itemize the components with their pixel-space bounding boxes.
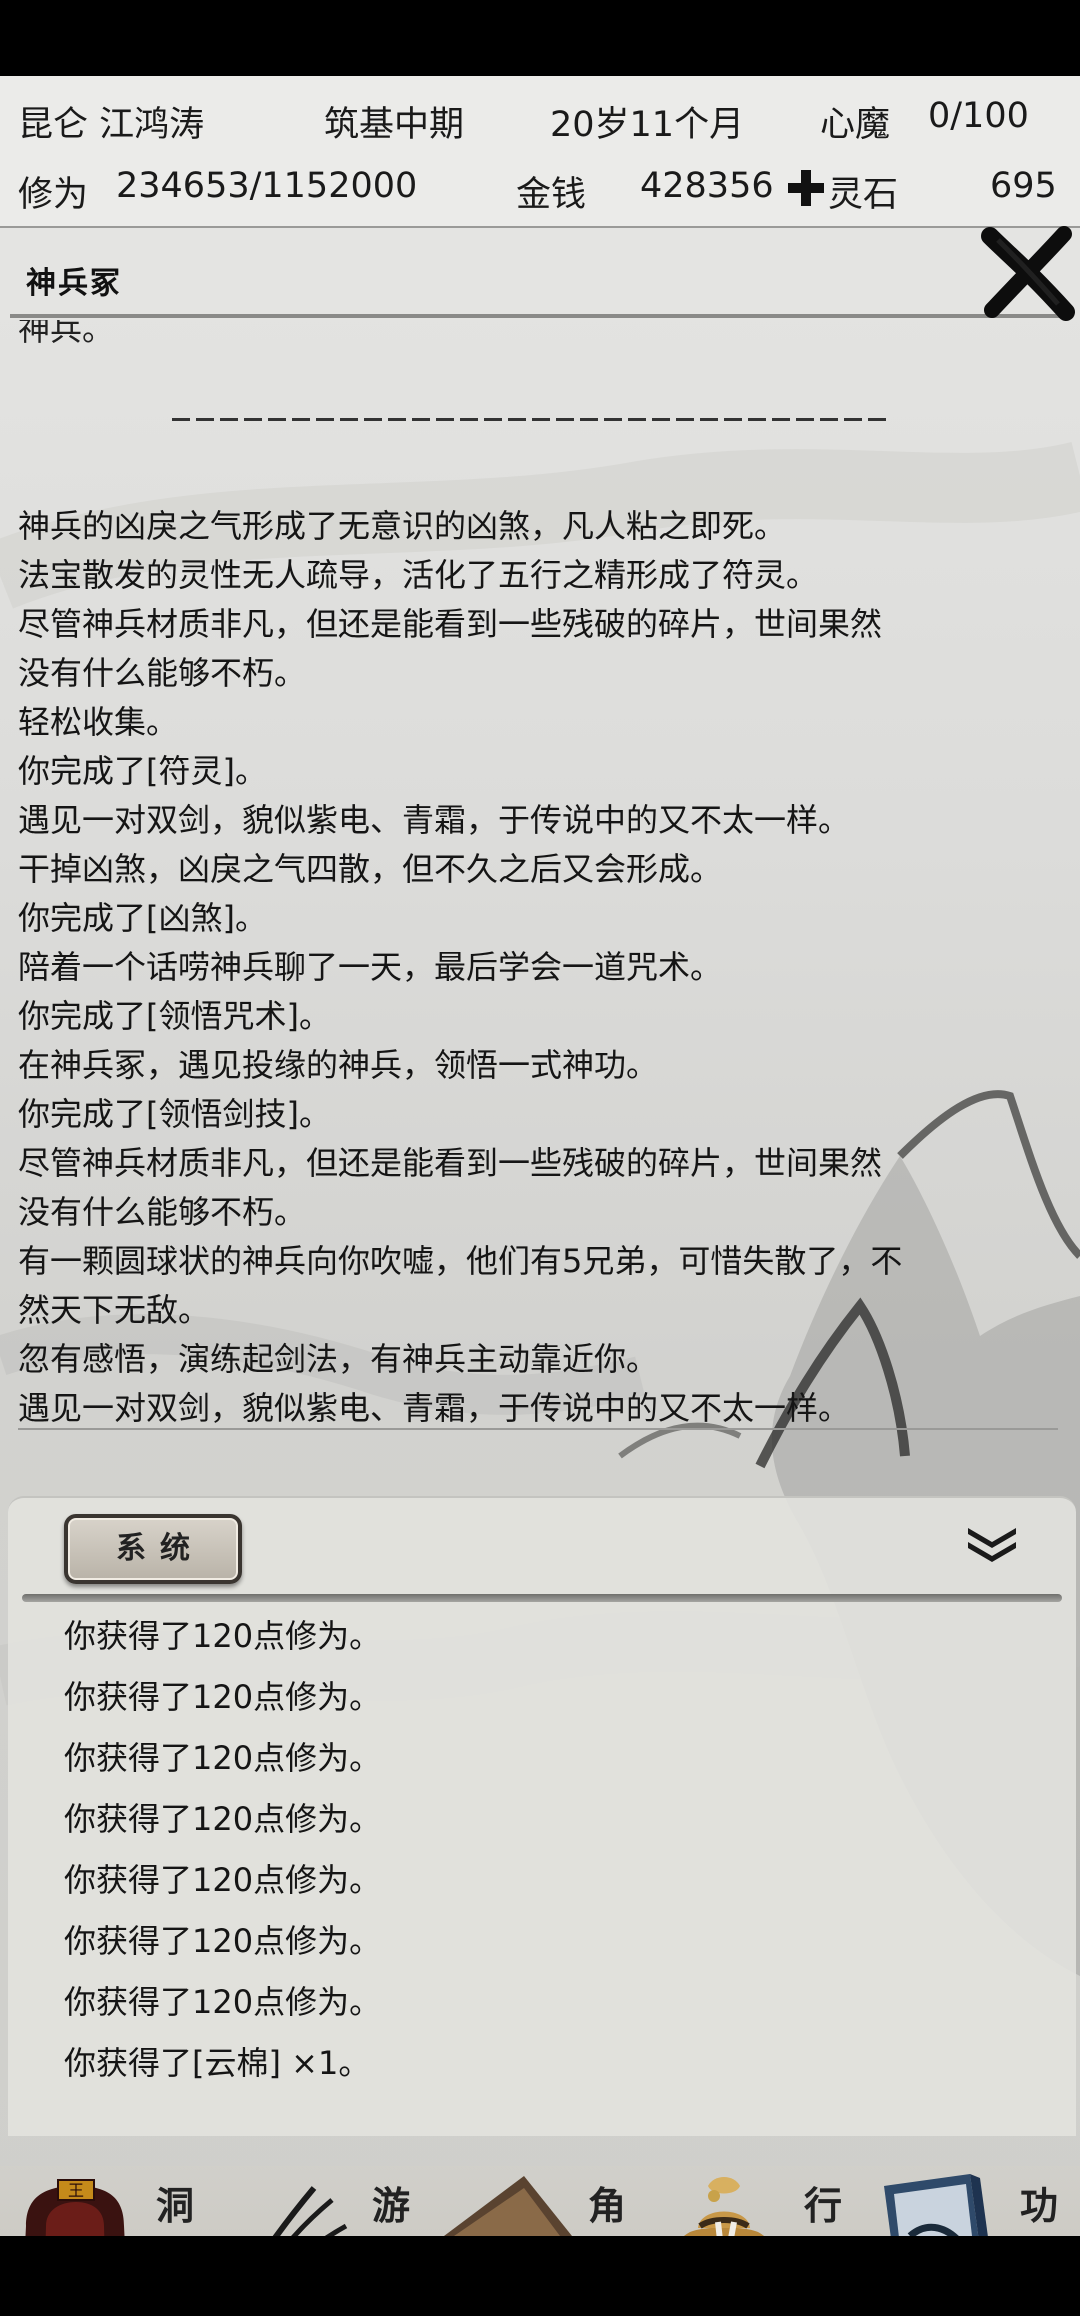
technique-book-icon (884, 2174, 988, 2236)
add-currency-icon[interactable] (786, 168, 826, 217)
story-line: 尽管神兵材质非凡，但还是能看到一些残破的碎片，世间果然 (18, 605, 883, 643)
story-line: 你完成了[领悟咒术]。 (18, 997, 331, 1035)
log-line: 你获得了120点修为。 (64, 1617, 382, 1655)
system-log-lines: 你获得了120点修为。 你获得了120点修为。 你获得了120点修为。 你获得了120… (64, 1606, 381, 2094)
tab-system[interactable]: 系统 (64, 1514, 242, 1584)
story-line: 陪着一个话唠神兵聊了一天，最后学会一道咒术。 (18, 948, 723, 986)
story-line: 神兵的凶戾之气形成了无意识的凶煞，凡人粘之即死。 (18, 507, 787, 545)
cave-mansion-icon: 王 (25, 2179, 125, 2236)
double-chevron-down-icon (968, 1528, 1016, 1562)
bottom-navigation: 王 洞 府 游 历 角 (0, 2166, 1080, 2236)
story-line: 尽管神兵材质非凡，但还是能看到一些残破的碎片，世间果然 (18, 1144, 883, 1182)
nav-label-top: 角 (588, 2183, 627, 2228)
money-label: 金钱 (516, 175, 587, 215)
nav-character[interactable]: 角 色 (432, 2166, 648, 2236)
story-line: 你完成了[领悟剑技]。 (18, 1095, 331, 1133)
character-age: 20岁11个月 (550, 105, 745, 145)
character-icon (444, 2176, 572, 2236)
event-panel-header: 神兵冢 (0, 228, 1080, 320)
story-lines: 神兵的凶戾之气形成了无意识的凶煞，凡人粘之即死。 法宝散发的灵性无人疏导，活化了五… (18, 502, 1058, 1430)
travel-icon (272, 2186, 348, 2236)
log-rule (22, 1594, 1062, 1602)
log-line: 你获得了120点修为。 (64, 1739, 382, 1777)
story-line: 忽有感悟，演练起剑法，有神兵主动靠近你。 (18, 1340, 659, 1378)
story-line: 法宝散发的灵性无人疏导，活化了五行之精形成了符灵。 (18, 556, 819, 594)
close-button[interactable] (978, 226, 1078, 322)
log-line: 你获得了[云棉] ×1。 (64, 2044, 371, 2082)
story-line: 没有什么能够不朽。 (18, 654, 307, 692)
cultivation-value: 234653/1152000 (116, 166, 418, 206)
character-status-bar: 昆仑 江鸿涛 筑基中期 20岁11个月 心魔 0/100 修为 234653/1… (0, 76, 1080, 228)
story-cut-line: 神兵。 (18, 320, 115, 348)
nav-technique[interactable]: 功 法 (864, 2166, 1080, 2236)
story-line: 然天下无敌。 (18, 1291, 211, 1329)
bag-icon (684, 2177, 764, 2236)
system-log-panel: 系统 你获得了120点修为。 你获得了120点修为。 你获得了120点修为。 你获得了… (8, 1496, 1076, 2136)
nav-cave-mansion[interactable]: 王 洞 府 (0, 2166, 216, 2236)
game-screen: 昆仑 江鸿涛 筑基中期 20岁11个月 心魔 0/100 修为 234653/1… (0, 76, 1080, 2236)
story-line: 在神兵冢，遇见投缘的神兵，领悟一式神功。 (18, 1046, 659, 1084)
event-story-log[interactable]: 神兵。 神兵的凶戾之气形成了无意识的凶煞，凡人粘之即死。 法宝散发的灵性无人疏导，… (0, 320, 1080, 1430)
nav-label-top: 行 (804, 2183, 843, 2228)
nav-bag[interactable]: 行 囊 (648, 2166, 864, 2236)
story-divider (172, 418, 892, 421)
cultivation-realm: 筑基中期 (324, 105, 465, 145)
log-line: 你获得了120点修为。 (64, 1983, 382, 2021)
nav-travel[interactable]: 游 历 (216, 2166, 432, 2236)
story-line: 有一颗圆球状的神兵向你吹嘘，他们有5兄弟，可惜失散了，不 (18, 1242, 903, 1280)
nav-label-top: 功 (1020, 2183, 1059, 2228)
collapse-log-button[interactable] (964, 1520, 1020, 1568)
log-line: 你获得了120点修为。 (64, 1678, 382, 1716)
story-line: 轻松收集。 (18, 703, 179, 741)
svg-text:王: 王 (68, 2181, 84, 2200)
heart-demon-label: 心魔 (820, 105, 891, 145)
cultivation-label: 修为 (18, 175, 89, 215)
money-value: 428356 (640, 166, 774, 206)
story-line: 干掉凶煞，凶戾之气四散，但不久之后又会形成。 (18, 850, 723, 888)
story-line: 遇见一对双剑，貌似紫电、青霜，于传说中的又不太一样。 (18, 1389, 851, 1427)
panel-title-rule (10, 314, 1060, 318)
location-title: 神兵冢 (26, 266, 122, 301)
spirit-stone-label: 灵石 (828, 175, 899, 215)
story-line: 遇见一对双剑，貌似紫电、青霜，于传说中的又不太一样。 (18, 801, 851, 839)
story-line: 你完成了[凶煞]。 (18, 899, 267, 937)
log-line: 你获得了120点修为。 (64, 1861, 382, 1899)
story-line: 你完成了[符灵]。 (18, 752, 267, 790)
story-bottom-rule (18, 1428, 1058, 1430)
nav-label-top: 游 (372, 2183, 411, 2228)
sect-character-name: 昆仑 江鸿涛 (18, 105, 205, 145)
spirit-stone-value: 695 (990, 166, 1057, 206)
log-line: 你获得了120点修为。 (64, 1800, 382, 1838)
story-line: 没有什么能够不朽。 (18, 1193, 307, 1231)
heart-demon-value: 0/100 (928, 96, 1029, 136)
close-icon (981, 226, 1075, 321)
log-line: 你获得了120点修为。 (64, 1922, 382, 1960)
nav-label-top: 洞 (156, 2183, 195, 2228)
